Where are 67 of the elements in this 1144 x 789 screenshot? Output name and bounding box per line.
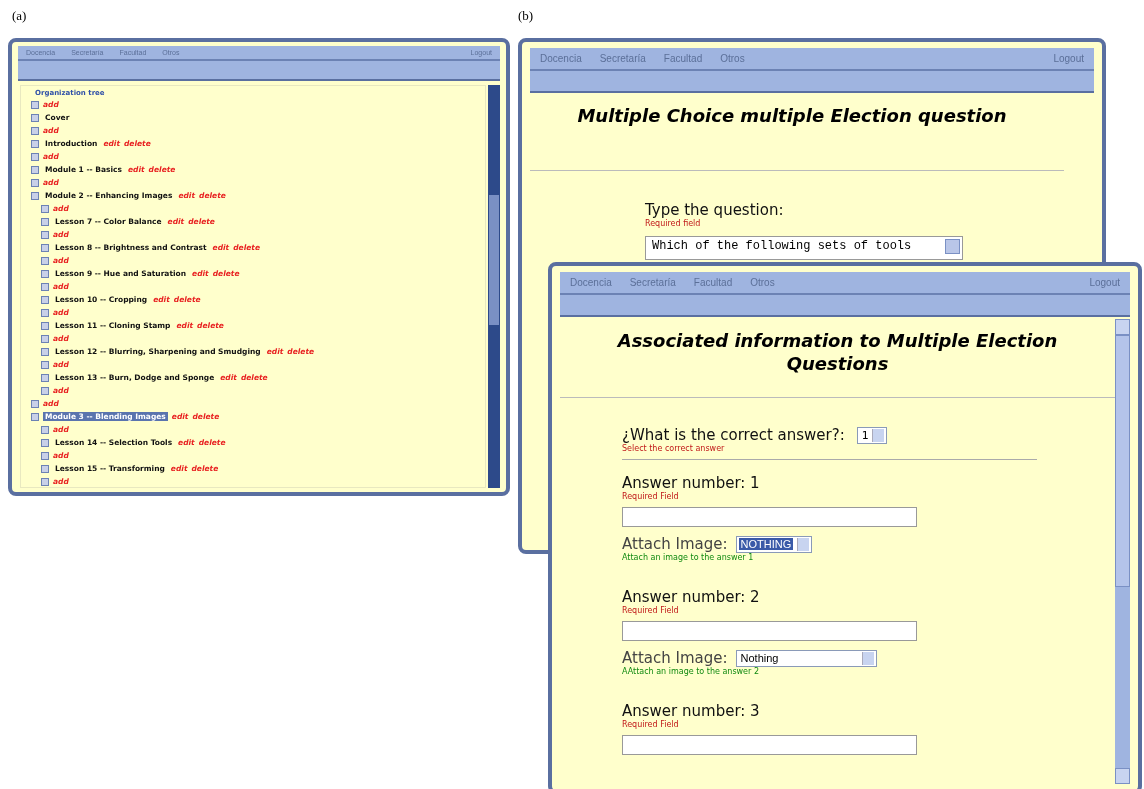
node-icon[interactable] xyxy=(41,217,49,226)
node-icon[interactable] xyxy=(41,230,49,239)
scrollbar[interactable] xyxy=(1115,319,1130,784)
field-label: Attach Image: xyxy=(622,535,728,553)
scrollbar[interactable] xyxy=(488,85,500,488)
image-select[interactable]: Nothing xyxy=(735,649,877,667)
node-icon[interactable] xyxy=(31,126,39,135)
node-icon[interactable] xyxy=(41,334,49,343)
menu-item[interactable]: Facultad xyxy=(693,277,733,288)
answer-input[interactable] xyxy=(622,621,917,641)
node-icon[interactable] xyxy=(31,178,39,187)
node-icon[interactable] xyxy=(41,451,49,460)
hint-text: Select the correct answer xyxy=(622,444,726,453)
field-label: Type the question: xyxy=(645,201,785,219)
node-icon[interactable] xyxy=(41,243,49,252)
page-title: Multiple Choice multiple Election question xyxy=(576,105,1008,126)
field-label: ¿What is the correct answer?: xyxy=(622,426,845,444)
node-icon[interactable] xyxy=(41,295,49,304)
node-icon[interactable] xyxy=(41,360,49,369)
figure-caption: (b) xyxy=(518,8,534,24)
question-textarea[interactable]: Which of the following sets of tools xyxy=(645,236,963,260)
required-note: Required field xyxy=(645,219,702,228)
node-icon[interactable] xyxy=(31,152,39,161)
node-icon[interactable] xyxy=(41,477,49,486)
logout-link[interactable]: Logout xyxy=(1053,53,1084,64)
node-icon[interactable] xyxy=(41,386,49,395)
node-icon[interactable] xyxy=(41,347,49,356)
required-note: Required Field xyxy=(622,606,680,615)
node-icon[interactable] xyxy=(41,204,49,213)
field-label: Answer number: 1 xyxy=(622,474,761,492)
answer-select[interactable]: 1 xyxy=(856,426,887,444)
menu-item[interactable]: Secretaría xyxy=(629,277,676,288)
menu-item[interactable]: Secretaría xyxy=(599,53,646,64)
node-icon[interactable] xyxy=(31,113,39,122)
required-note: Required Field xyxy=(622,492,680,501)
node-icon[interactable] xyxy=(41,464,49,473)
logout-link[interactable]: Logout xyxy=(1089,277,1120,288)
node-icon[interactable] xyxy=(41,269,49,278)
node-icon[interactable] xyxy=(31,412,39,421)
menu-item[interactable]: Otros xyxy=(720,53,745,64)
menu-item[interactable]: Otros xyxy=(750,277,775,288)
answer-input[interactable] xyxy=(622,735,917,755)
menu-item[interactable]: Docencia xyxy=(540,53,582,64)
node-icon[interactable] xyxy=(41,256,49,265)
node-icon[interactable] xyxy=(41,425,49,434)
required-note: Required Field xyxy=(622,720,680,729)
node-icon[interactable] xyxy=(31,165,39,174)
node-icon[interactable] xyxy=(41,308,49,317)
hint-text: Attach an image to the answer 1 xyxy=(622,553,755,562)
hint-text: AAttach an image to the answer 2 xyxy=(622,667,760,676)
node-icon[interactable] xyxy=(41,438,49,447)
node-icon[interactable] xyxy=(31,139,39,148)
field-label: Answer number: 2 xyxy=(622,588,761,606)
node-icon[interactable] xyxy=(41,321,49,330)
node-icon[interactable] xyxy=(31,191,39,200)
menu-item[interactable]: Docencia xyxy=(570,277,612,288)
image-select[interactable]: NOTHING xyxy=(735,535,813,553)
page-title: Associated information to Multiple Election Questions xyxy=(616,329,1059,375)
answer-input[interactable] xyxy=(622,507,917,527)
node-icon[interactable] xyxy=(31,399,39,408)
figure-caption: (a) xyxy=(12,8,27,24)
node-icon[interactable] xyxy=(41,373,49,382)
menu-item[interactable]: Facultad xyxy=(663,53,703,64)
field-label: Answer number: 3 xyxy=(622,702,761,720)
field-label: Attach Image: xyxy=(622,649,728,667)
node-icon[interactable] xyxy=(31,100,39,109)
node-icon[interactable] xyxy=(41,282,49,291)
